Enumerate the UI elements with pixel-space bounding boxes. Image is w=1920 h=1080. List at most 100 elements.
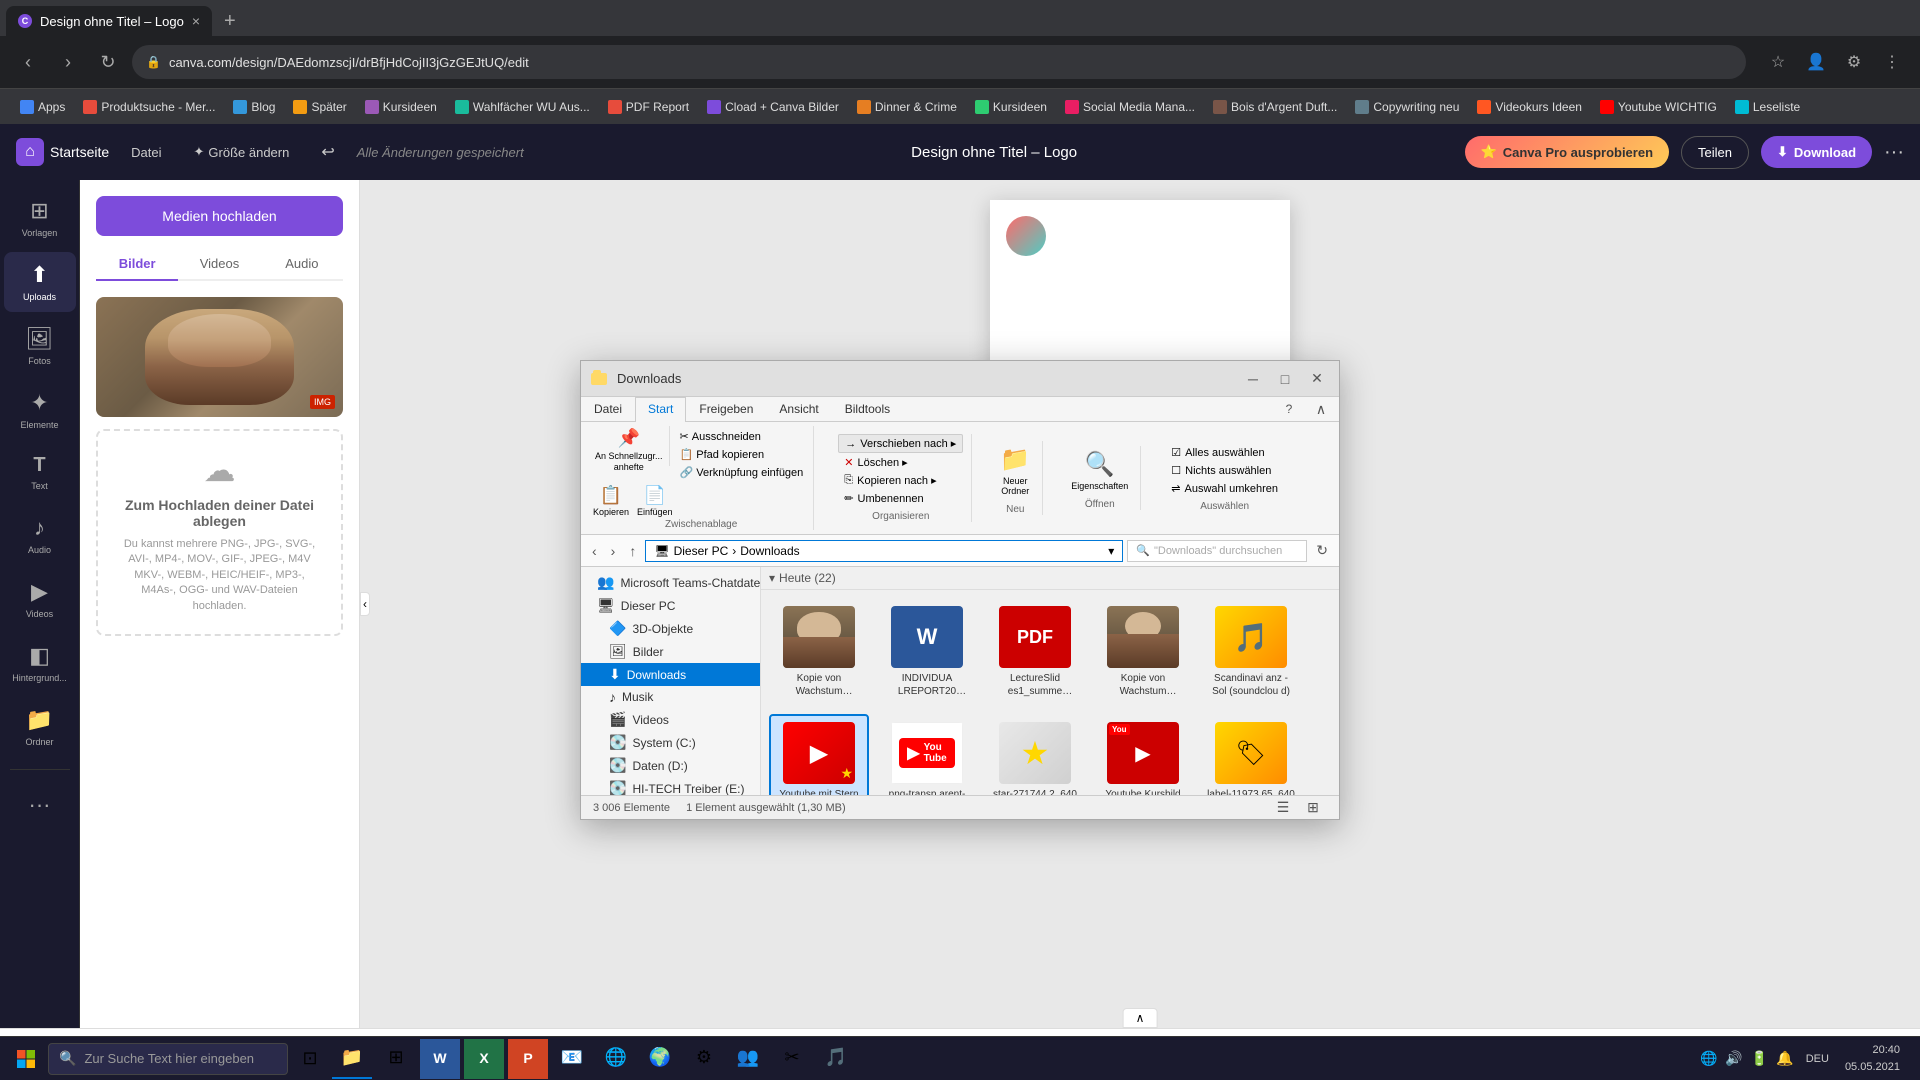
sidebar-item-hintergrund[interactable]: ◧ Hintergrund... [4, 633, 76, 693]
sidebar-item-videos[interactable]: ▶ Videos [4, 569, 76, 629]
taskbar-app-edge[interactable]: 🌐 [596, 1039, 636, 1079]
tray-notifications-icon[interactable]: 🔔 [1776, 1050, 1793, 1067]
nav-dieser-pc[interactable]: 🖥 Dieser PC [581, 594, 760, 617]
taskbar-app-outlook[interactable]: 📧 [552, 1039, 592, 1079]
nichts-auswählen-btn[interactable]: ☐ Nichts auswählen [1165, 462, 1284, 479]
section-toggle[interactable]: ▾ [769, 571, 775, 585]
tab-videos[interactable]: Videos [178, 248, 260, 281]
bookmark-produktsuche[interactable]: Produktsuche - Mer... [75, 96, 223, 118]
media-preview[interactable]: IMG [96, 297, 343, 417]
löschen-btn[interactable]: ✕ Löschen ▸ [838, 454, 963, 471]
sidebar-item-ordner[interactable]: 📁 Ordner [4, 697, 76, 757]
bookmark-blog[interactable]: Blog [225, 96, 283, 118]
eigenschaften-btn[interactable]: 🔍 Eigenschaften [1067, 446, 1132, 495]
bookmark-später[interactable]: Später [285, 96, 354, 118]
taskbar-app-powerpoint[interactable]: P [508, 1039, 548, 1079]
pfad-btn[interactable]: 📋 Pfad kopieren [676, 446, 808, 463]
profile-btn[interactable]: 👤 [1800, 46, 1832, 78]
panel-collapse-btn[interactable]: ‹ [360, 592, 370, 616]
sidebar-item-more[interactable]: ··· [4, 782, 76, 828]
explorer-minimize-btn[interactable]: ─ [1239, 367, 1267, 391]
taskbar-app-excel[interactable]: X [464, 1039, 504, 1079]
auswahl-umkehren-btn[interactable]: ⇌ Auswahl umkehren [1165, 480, 1284, 497]
bookmark-bois[interactable]: Bois d'Argent Duft... [1205, 96, 1345, 118]
more-options-btn[interactable]: ··· [1884, 141, 1904, 164]
new-tab-btn[interactable]: + [216, 10, 244, 33]
ausschneiden-btn[interactable]: ✂ Ausschneiden [676, 428, 808, 445]
forward-btn[interactable]: › [52, 46, 84, 78]
nav-hitecht[interactable]: 💽 HI-TECH Treiber (E:) [581, 777, 760, 795]
bookmark-btn[interactable]: ☆ [1762, 46, 1794, 78]
exp-forward-btn[interactable]: › [606, 540, 621, 562]
ribbon-help-btn[interactable]: ? [1275, 397, 1303, 421]
taskbar-search-bar[interactable]: 🔍 Zur Suche Text hier eingeben [48, 1043, 288, 1075]
file-item-label[interactable]: 🏷 label-11973 65_640 [1201, 714, 1301, 795]
file-item-individual[interactable]: W INDIVIDUA LREPORT20 21_NAME_S TUDENTNO [877, 598, 977, 706]
einfügen-btn[interactable]: 📄 Einfügen [637, 485, 673, 517]
bookmark-dinner[interactable]: Dinner & Crime [849, 96, 965, 118]
bookmark-cload[interactable]: Cload + Canva Bilder [699, 96, 847, 118]
pin-btn[interactable]: 📌 An Schnellzugr...anhefte [593, 426, 665, 475]
address-box[interactable]: 🔒 canva.com/design/DAEdomzscjI/drBfjHdCo… [132, 45, 1746, 79]
tab-audio[interactable]: Audio [261, 248, 343, 281]
nav-musik[interactable]: ♪ Musik [581, 686, 760, 708]
view-details-btn[interactable]: ☰ [1269, 796, 1297, 820]
file-item-kopie-wachstum2[interactable]: Kopie von Wachstum depot_CHECK (60) [1093, 598, 1193, 706]
tab-close-btn[interactable]: × [192, 13, 200, 29]
bookmark-youtube[interactable]: Youtube WICHTIG [1592, 96, 1725, 118]
nav-videos[interactable]: 🎬 Videos [581, 708, 760, 731]
explorer-close-btn[interactable]: ✕ [1303, 367, 1331, 391]
tray-battery-icon[interactable]: 🔋 [1751, 1050, 1768, 1067]
canva-pro-btn[interactable]: ⭐ Canva Pro ausprobieren [1465, 136, 1669, 168]
nav-datend[interactable]: 💽 Daten (D:) [581, 754, 760, 777]
nav-systemc[interactable]: 💽 System (C:) [581, 731, 760, 754]
taskbar-app-word[interactable]: W [420, 1039, 460, 1079]
undo-btn[interactable]: ↩ [311, 136, 344, 168]
ribbon-tab-datei[interactable]: Datei [581, 397, 635, 422]
explorer-search-box[interactable]: 🔍 "Downloads" durchsuchen [1127, 540, 1307, 562]
upload-dropzone[interactable]: ☁ Zum Hochladen deiner Datei ablegen Du … [96, 429, 343, 636]
bookmark-copywriting[interactable]: Copywriting neu [1347, 96, 1467, 118]
explorer-maximize-btn[interactable]: □ [1271, 367, 1299, 391]
sidebar-item-elemente[interactable]: ✦ Elemente [4, 380, 76, 440]
taskbar-app-spotify[interactable]: 🎵 [816, 1039, 856, 1079]
bookmark-kursideen[interactable]: Kursideen [357, 96, 445, 118]
ribbon-tab-start[interactable]: Start [635, 397, 686, 422]
taskbar-task-view-btn[interactable]: ⊡ [292, 1041, 328, 1077]
bookmark-kursideen2[interactable]: Kursideen [967, 96, 1055, 118]
sidebar-item-audio[interactable]: ♪ Audio [4, 505, 76, 565]
share-btn[interactable]: Teilen [1681, 136, 1749, 169]
explorer-address-box[interactable]: 🖥 Dieser PC › Downloads ▾ [645, 540, 1123, 562]
umbenennen-btn[interactable]: ✏ Umbenennen [838, 490, 963, 507]
file-item-kopie-wachstum1[interactable]: Kopie von Wachstum depot_CHECK (61) [769, 598, 869, 706]
exp-back-btn[interactable]: ‹ [587, 540, 602, 562]
kopieren-btn[interactable]: 📋 Kopieren [593, 485, 629, 517]
exp-up-btn[interactable]: ↑ [624, 540, 641, 562]
taskbar-start-btn[interactable] [8, 1041, 44, 1077]
download-btn[interactable]: ⬇ Download [1761, 136, 1872, 168]
sidebar-item-text[interactable]: T Text [4, 444, 76, 501]
reload-btn[interactable]: ↻ [92, 46, 124, 78]
bookmark-socialmedia[interactable]: Social Media Mana... [1057, 96, 1203, 118]
tray-volume-icon[interactable]: 🔊 [1725, 1050, 1742, 1067]
bookmark-videokurs[interactable]: Videokurs Ideen [1469, 96, 1590, 118]
bookmark-apps[interactable]: Apps [12, 96, 73, 118]
verschieben-btn[interactable]: → Verschieben nach ▸ [838, 434, 963, 453]
bookmark-wahlfächer[interactable]: Wahlfächer WU Aus... [447, 96, 598, 118]
taskbar-app-chrome[interactable]: 🌍 [640, 1039, 680, 1079]
tab-bilder[interactable]: Bilder [96, 248, 178, 281]
browser-menu-btn[interactable]: ⋮ [1876, 46, 1908, 78]
nav-bilder[interactable]: 🖼 Bilder [581, 640, 760, 663]
neuer-ordner-btn[interactable]: 📁 NeuerOrdner [996, 441, 1034, 500]
file-menu-btn[interactable]: Datei [121, 139, 171, 166]
ribbon-tab-ansicht[interactable]: Ansicht [766, 397, 831, 422]
kopierennach-btn[interactable]: ⎘ Kopieren nach ▸ [838, 472, 963, 489]
nav-3d-objekte[interactable]: 🔷 3D-Objekte [581, 617, 760, 640]
bookmark-pdfreport[interactable]: PDF Report [600, 96, 697, 118]
taskbar-app-store[interactable]: ⊞ [376, 1039, 416, 1079]
ribbon-tab-freigeben[interactable]: Freigeben [686, 397, 766, 422]
taskbar-app-snip[interactable]: ✂ [772, 1039, 812, 1079]
taskbar-app-explorer[interactable]: 📁 [332, 1039, 372, 1079]
verknüpfung-btn[interactable]: 🔗 Verknüpfung einfügen [676, 464, 808, 481]
upload-media-btn[interactable]: Medien hochladen [96, 196, 343, 236]
